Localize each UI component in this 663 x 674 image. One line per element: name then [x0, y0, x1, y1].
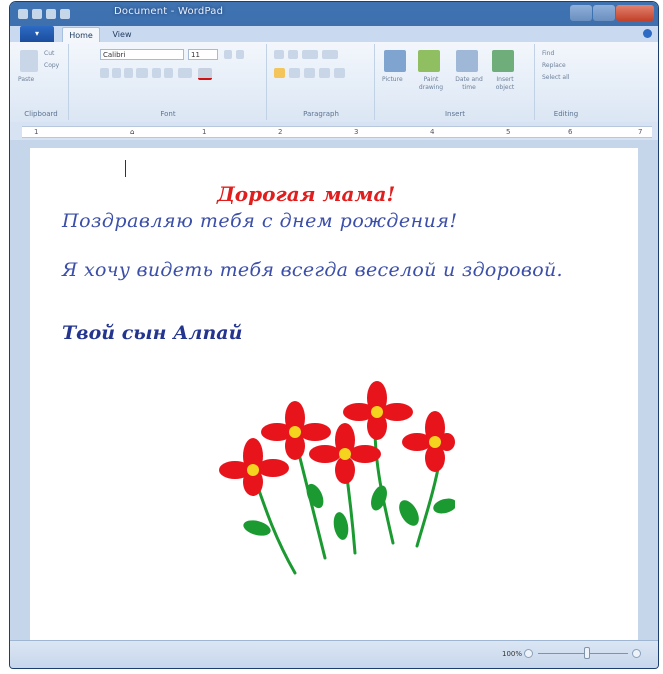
ruler[interactable]: 1 ⌂ 1 2 3 4 5 6 7: [22, 126, 652, 138]
paragraph-group: Paragraph: [268, 44, 375, 120]
subscript-icon[interactable]: [152, 68, 161, 78]
grow-font-icon[interactable]: [224, 50, 232, 59]
font-color-icon[interactable]: [198, 68, 212, 80]
flower-left: [219, 438, 289, 496]
highlight-icon[interactable]: [178, 68, 192, 78]
file-menu-button[interactable]: ▾: [20, 26, 54, 42]
zoom-in-button[interactable]: [632, 649, 641, 658]
undo-icon[interactable]: [46, 9, 56, 19]
ruler-mark: 1: [202, 128, 207, 136]
wordpad-window: Document - WordPad ▾ Home View Paste Cut…: [10, 2, 658, 668]
indent-marker[interactable]: ⌂: [130, 128, 134, 136]
font-group: Calibri 11 Font: [70, 44, 267, 120]
minimize-button[interactable]: [570, 5, 592, 21]
paragraph-settings-icon[interactable]: [334, 68, 345, 78]
ruler-mark: 7: [638, 128, 643, 136]
ruler-bar: 1 ⌂ 1 2 3 4 5 6 7: [10, 122, 658, 140]
flower-right: [402, 411, 455, 472]
increase-indent-icon[interactable]: [288, 50, 298, 59]
zoom-slider[interactable]: [538, 653, 628, 654]
tab-home[interactable]: Home: [62, 27, 100, 43]
paint-drawing-label: Paint drawing: [418, 76, 444, 91]
font-family-select[interactable]: Calibri: [100, 49, 184, 60]
cut-button[interactable]: Cut: [44, 50, 54, 57]
birthday-text: Поздравляю тебя с днем рождения!: [62, 210, 458, 232]
zoom-slider-thumb[interactable]: [584, 647, 590, 659]
flowers-drawing: [219, 381, 455, 575]
close-button[interactable]: [616, 5, 654, 21]
document-page[interactable]: Дорогая мама! Поздравляю тебя с днем рож…: [30, 148, 638, 640]
quick-access-toolbar: [18, 7, 70, 21]
ribbon-tabs: ▾ Home View: [10, 26, 658, 43]
redo-icon[interactable]: [60, 9, 70, 19]
find-button[interactable]: Find: [542, 50, 554, 57]
paragraph-group-label: Paragraph: [303, 110, 339, 118]
ruler-mark: 1: [34, 128, 39, 136]
calendar-icon[interactable]: [456, 50, 478, 72]
clipboard-group: Paste Cut Copy Clipboard: [14, 44, 69, 120]
ribbon: Paste Cut Copy Clipboard Calibri 11 Font: [10, 42, 658, 123]
line-spacing-icon[interactable]: [322, 50, 338, 59]
text-cursor: [125, 160, 126, 177]
align-right-icon[interactable]: [304, 68, 315, 78]
title-bar: Document - WordPad: [10, 2, 658, 26]
status-bar: 100%: [10, 640, 658, 668]
ruler-mark: 3: [354, 128, 359, 136]
ruler-mark: 4: [430, 128, 435, 136]
editing-group: Find Replace Select all Editing: [536, 44, 596, 120]
wish-text: Я хочу видеть тебя всегда веселой и здор…: [62, 259, 563, 281]
ruler-mark: 2: [278, 128, 283, 136]
zoom-level: 100%: [502, 650, 523, 658]
bold-icon[interactable]: [100, 68, 109, 78]
editing-group-label: Editing: [553, 110, 579, 118]
picture-label: Picture: [382, 76, 403, 83]
decrease-indent-icon[interactable]: [274, 50, 284, 59]
replace-button[interactable]: Replace: [542, 62, 566, 69]
maximize-button[interactable]: [593, 5, 615, 21]
help-icon[interactable]: [643, 29, 652, 38]
clipboard-group-label: Clipboard: [24, 110, 58, 118]
ruler-mark: 5: [506, 128, 511, 136]
ruler-mark: 6: [568, 128, 573, 136]
underline-icon[interactable]: [124, 68, 133, 78]
insert-group-label: Insert: [444, 110, 466, 118]
document-area: Дорогая мама! Поздравляю тебя с днем рож…: [10, 140, 658, 640]
paint-drawing-icon[interactable]: [418, 50, 440, 72]
strikethrough-icon[interactable]: [136, 68, 148, 78]
tab-view[interactable]: View: [106, 27, 138, 42]
font-size-select[interactable]: 11: [188, 49, 218, 60]
greeting-text: Дорогая мама!: [217, 182, 396, 206]
insert-object-icon[interactable]: [492, 50, 514, 72]
zoom-out-button[interactable]: [524, 649, 533, 658]
copy-button[interactable]: Copy: [44, 62, 59, 69]
date-time-label: Date and time: [455, 76, 483, 91]
signature-text: Твой сын Алпай: [62, 322, 243, 344]
select-all-button[interactable]: Select all: [542, 74, 569, 81]
align-left-icon[interactable]: [274, 68, 285, 78]
paste-icon[interactable]: [20, 50, 38, 72]
justify-icon[interactable]: [319, 68, 330, 78]
insert-object-label: Insert object: [495, 76, 515, 91]
italic-icon[interactable]: [112, 68, 121, 78]
bullets-icon[interactable]: [302, 50, 318, 59]
shrink-font-icon[interactable]: [236, 50, 244, 59]
save-icon[interactable]: [32, 9, 42, 19]
picture-icon[interactable]: [384, 50, 406, 72]
paste-label: Paste: [18, 76, 35, 83]
font-group-label: Font: [160, 110, 176, 118]
app-icon[interactable]: [18, 9, 28, 19]
window-title: Document - WordPad: [114, 6, 224, 17]
superscript-icon[interactable]: [164, 68, 173, 78]
insert-group: Picture Paint drawing Date and time Inse…: [376, 44, 535, 120]
align-center-icon[interactable]: [289, 68, 300, 78]
